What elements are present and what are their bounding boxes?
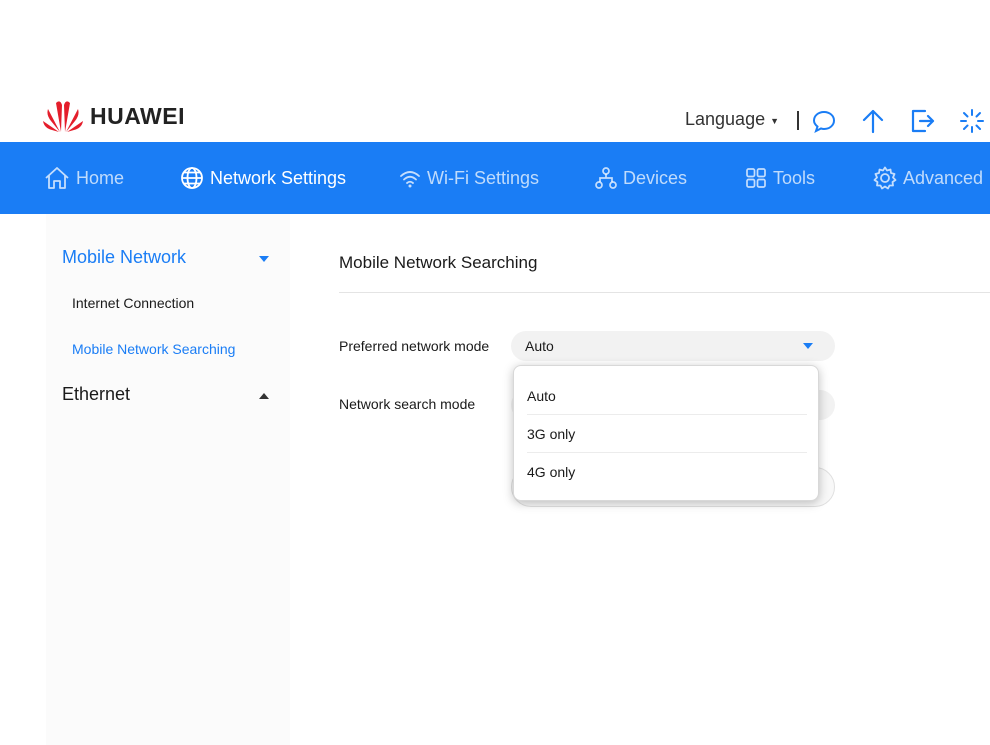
sidebar: Mobile Network Internet Connection Mobil… xyxy=(46,214,290,745)
sidebar-group-ethernet[interactable]: Ethernet xyxy=(62,384,130,405)
network-mode-dropdown: Auto 3G only 4G only xyxy=(513,365,819,501)
preferred-network-mode-value: Auto xyxy=(525,338,554,354)
message-icon[interactable] xyxy=(811,108,837,134)
page-title: Mobile Network Searching xyxy=(339,253,538,272)
loading-spinner-icon xyxy=(960,109,984,133)
dropdown-option-4g-only[interactable]: 4G only xyxy=(527,453,807,491)
nav-network-settings[interactable]: Network Settings xyxy=(180,142,346,214)
preferred-network-mode-select[interactable]: Auto xyxy=(511,331,835,361)
title-divider xyxy=(339,292,990,293)
network-search-mode-label: Network search mode xyxy=(339,396,476,412)
globe-icon xyxy=(181,167,203,189)
dropdown-option-3g-only[interactable]: 3G only xyxy=(527,415,807,453)
nav-devices[interactable]: Devices xyxy=(595,142,687,214)
logout-icon[interactable] xyxy=(910,108,936,134)
brand-logo[interactable]: HUAWEI xyxy=(42,99,185,133)
nav-tools[interactable]: Tools xyxy=(745,142,815,214)
language-selector[interactable]: Language ▼ xyxy=(685,109,779,130)
wifi-icon xyxy=(400,171,420,188)
brand-name: HUAWEI xyxy=(90,102,185,129)
sidebar-item-mobile-network-searching[interactable]: Mobile Network Searching xyxy=(72,341,235,357)
nav-home[interactable]: Home xyxy=(44,142,124,214)
dropdown-option-auto[interactable]: Auto xyxy=(527,377,807,415)
chevron-down-icon[interactable] xyxy=(259,256,269,262)
top-header: HUAWEI xyxy=(0,95,990,142)
home-icon xyxy=(45,167,69,189)
sidebar-group-mobile-network[interactable]: Mobile Network xyxy=(62,247,186,268)
upload-arrow-icon[interactable] xyxy=(860,108,886,134)
nav-wifi-settings-label: Wi-Fi Settings xyxy=(427,167,540,188)
preferred-network-mode-label: Preferred network mode xyxy=(339,338,490,354)
nav-devices-label: Devices xyxy=(623,167,688,188)
nav-tools-label: Tools xyxy=(773,167,816,188)
tools-icon xyxy=(746,168,766,188)
devices-icon xyxy=(595,167,617,189)
nav-advanced-label: Advanced xyxy=(903,167,984,188)
nav-advanced[interactable]: Advanced xyxy=(873,142,983,214)
language-label: Language xyxy=(685,109,766,129)
chevron-down-icon xyxy=(803,343,813,349)
main-nav: Home Network Settings Wi-Fi Settings Dev… xyxy=(0,142,990,214)
nav-wifi-settings[interactable]: Wi-Fi Settings xyxy=(399,142,539,214)
header-divider xyxy=(797,111,799,130)
nav-home-label: Home xyxy=(76,167,125,188)
gear-icon xyxy=(873,166,897,190)
chevron-down-icon: ▼ xyxy=(770,115,780,126)
nav-network-settings-label: Network Settings xyxy=(210,167,347,188)
huawei-logo-icon xyxy=(43,101,83,132)
sidebar-item-internet-connection[interactable]: Internet Connection xyxy=(72,295,194,311)
chevron-up-icon[interactable] xyxy=(259,393,269,399)
